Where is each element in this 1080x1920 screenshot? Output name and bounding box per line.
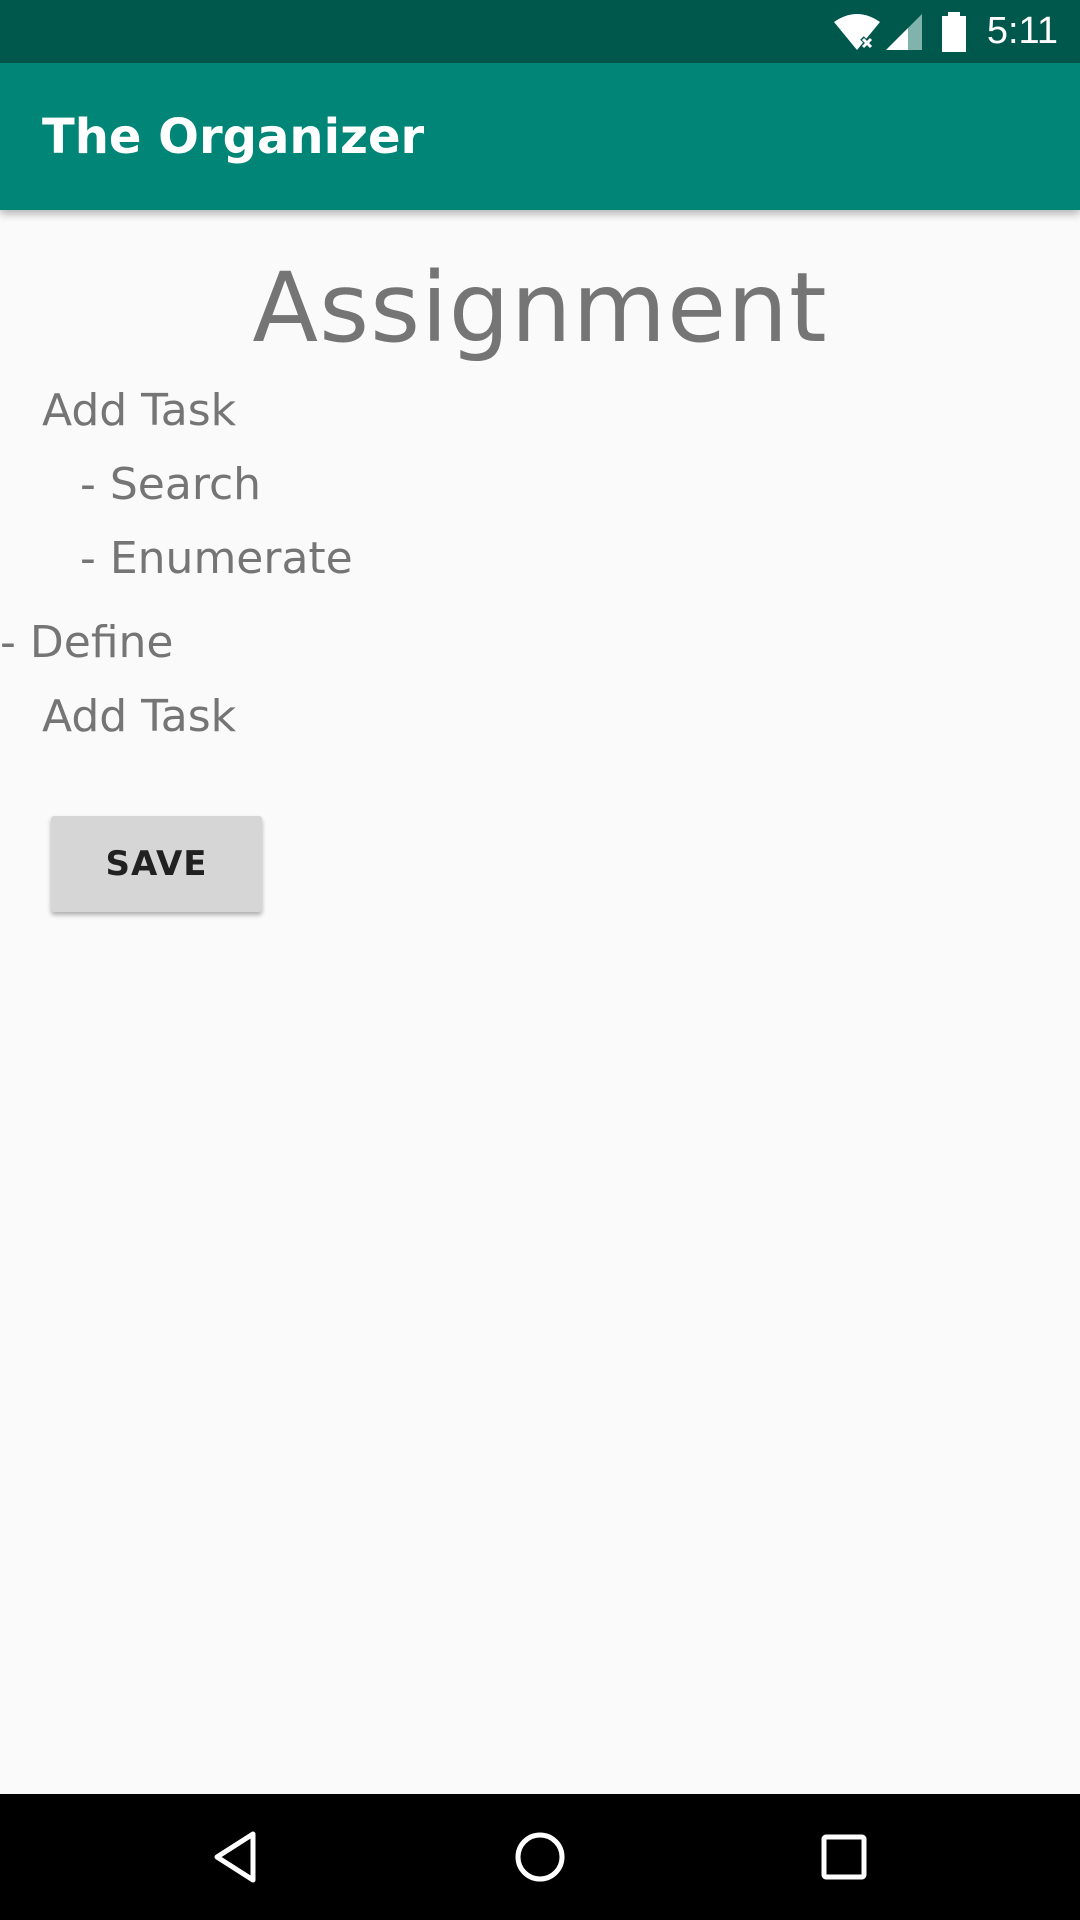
cell-signal-icon xyxy=(886,14,922,50)
recents-icon[interactable] xyxy=(811,1824,877,1890)
add-task-link[interactable]: Add Task xyxy=(42,689,236,745)
task-item: - Search xyxy=(80,459,262,510)
wifi-off-icon xyxy=(834,14,880,50)
app-bar: The Organizer xyxy=(0,63,1080,210)
status-time: 5:11 xyxy=(986,10,1058,52)
back-icon[interactable] xyxy=(203,1824,269,1890)
add-task-link[interactable]: Add Task xyxy=(42,383,236,439)
status-bar: 5:11 xyxy=(0,0,1080,63)
task-item[interactable]: - Define xyxy=(0,615,174,671)
battery-icon xyxy=(942,12,966,52)
navigation-bar xyxy=(0,1794,1080,1920)
app-title: The Organizer xyxy=(42,109,425,165)
save-button[interactable]: SAVE xyxy=(51,816,262,912)
page-title: Assignment xyxy=(252,252,828,364)
task-item: - Enumerate xyxy=(80,533,353,584)
home-icon[interactable] xyxy=(507,1824,573,1890)
